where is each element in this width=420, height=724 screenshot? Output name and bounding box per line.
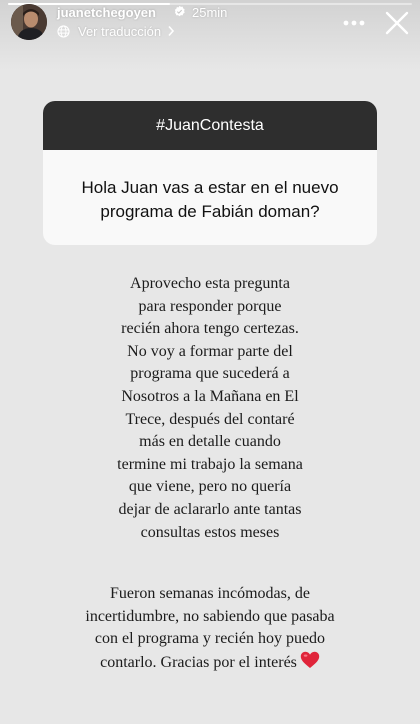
- question-sticker[interactable]: #JuanContesta Hola Juan vas a estar en e…: [43, 101, 377, 245]
- question-line: programa de Fabián doman?: [100, 202, 320, 221]
- question-hashtag: #JuanContesta: [43, 101, 377, 150]
- answer-line-last: contarlo. Gracias por el interés: [14, 651, 406, 675]
- answer-line: que viene, pero no quería: [128, 478, 292, 496]
- answer-line: termine mi trabajo la semana: [117, 455, 303, 473]
- chevron-right-icon: [168, 25, 175, 37]
- answer-line: incertidumbre, no sabiendo que pasaba: [85, 607, 335, 625]
- more-options-button[interactable]: [339, 11, 369, 35]
- globe-icon: [57, 24, 70, 38]
- translate-button[interactable]: Ver traducción: [57, 23, 175, 39]
- close-icon: [385, 11, 409, 35]
- answer-line: dejar de aclararlo ante tantas: [118, 500, 302, 518]
- answer-line: No voy a formar parte del: [127, 342, 293, 360]
- question-text: Hola Juan vas a estar en el nuevo progra…: [43, 150, 377, 224]
- answer-line: más en detalle cuando: [139, 433, 281, 451]
- answer-line: Aprovecho esta pregunta: [130, 275, 290, 292]
- answer-line: recién ahora tengo certezas.: [121, 320, 299, 338]
- answer-line: Fueron semanas incómodas, de: [110, 585, 310, 602]
- close-button[interactable]: [383, 9, 411, 37]
- answer-line: Nosotros a la Mañana en El: [121, 387, 299, 405]
- avatar[interactable]: [11, 4, 47, 40]
- heart-emoji-icon: [300, 651, 320, 668]
- answer-line: consultas estos meses: [140, 523, 280, 541]
- answer-paragraph-2: Fueron semanas incómodas, de incertidumb…: [14, 583, 406, 674]
- answer-paragraph-1: Aprovecho esta pregunta para responder p…: [14, 273, 406, 544]
- more-options-icon: [343, 20, 365, 26]
- answer-line: para responder porque: [138, 297, 282, 315]
- answer-line: programa que sucederá a: [130, 365, 290, 383]
- answer-line-text: contarlo. Gracias por el interés: [100, 653, 297, 671]
- answer-line: con el programa y recién hoy puedo: [94, 630, 326, 648]
- username[interactable]: juanetchegoyen: [57, 5, 156, 20]
- timestamp: 25min: [192, 5, 228, 20]
- verified-badge-icon: [174, 5, 185, 17]
- translate-label: Ver traducción: [78, 23, 162, 39]
- answer-line: Trece, después del contaré: [125, 410, 295, 428]
- question-line: Hola Juan vas a estar en el nuevo: [81, 178, 339, 197]
- avatar-photo: [11, 4, 47, 40]
